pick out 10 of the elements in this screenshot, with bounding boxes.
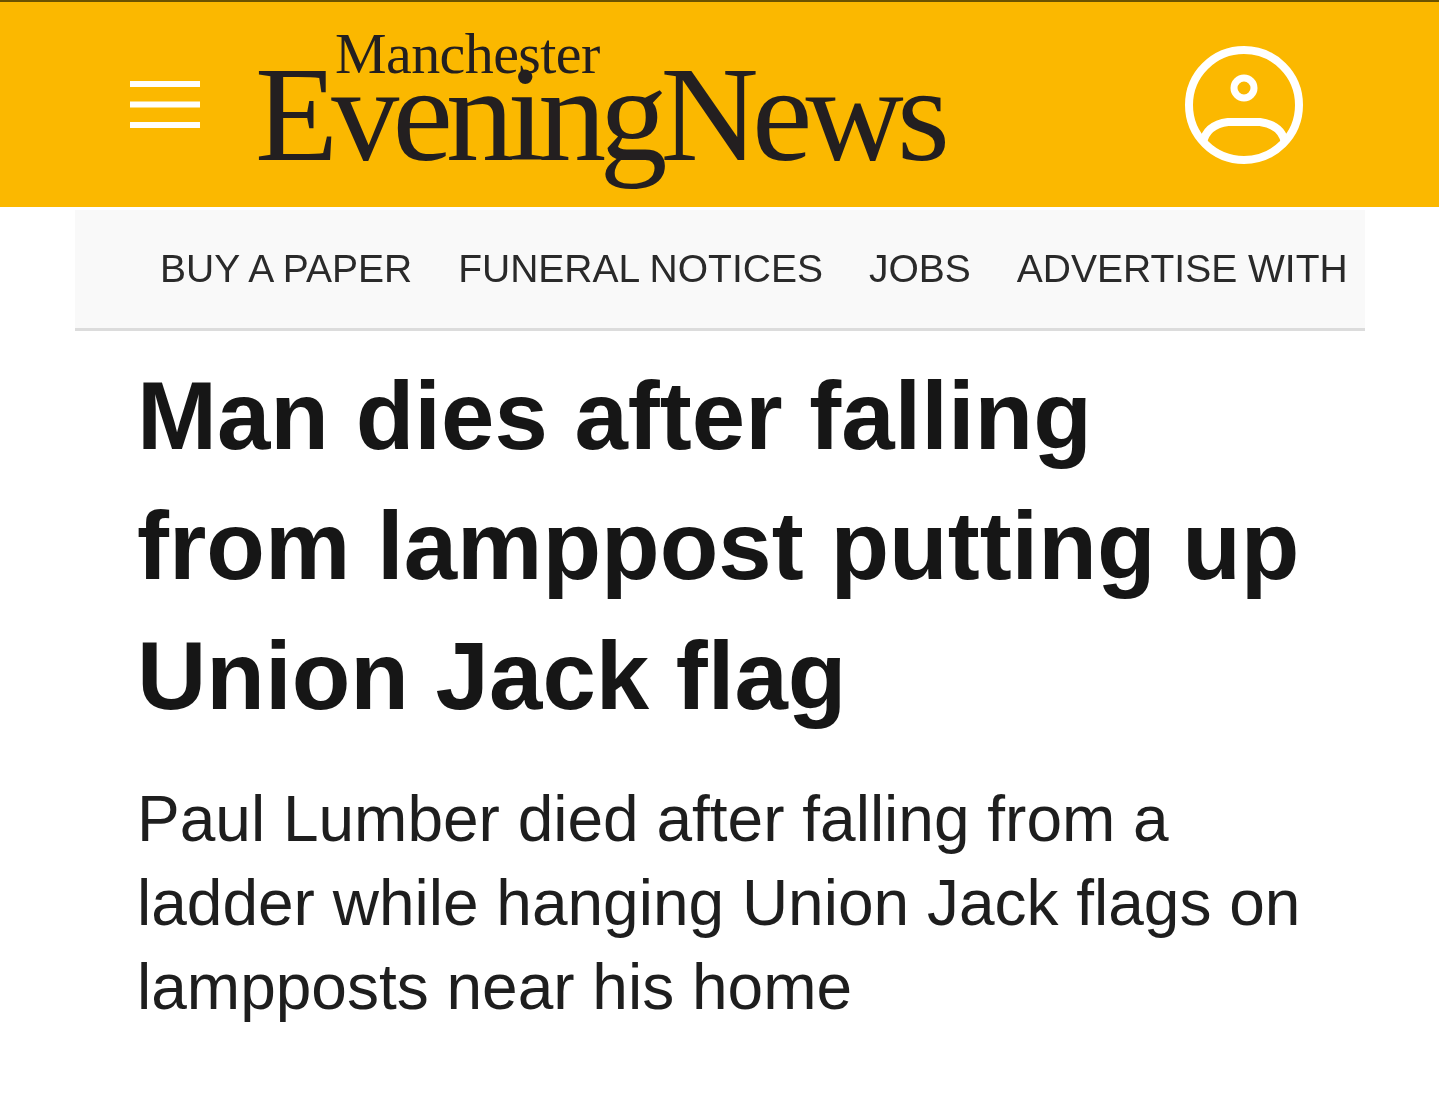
- user-icon: [1184, 44, 1304, 165]
- nav-link[interactable]: ADVERTISE WITH: [1016, 246, 1348, 292]
- nav-link[interactable]: JOBS: [868, 246, 971, 292]
- article-standfirst: Paul Lumber died after falling from a ladder while hanging Union Jack flags on lampposts near his home: [137, 782, 1302, 1025]
- menu-icon: [130, 81, 200, 128]
- account-button[interactable]: [1184, 44, 1304, 165]
- menu-button[interactable]: [130, 79, 200, 130]
- nav-link[interactable]: FUNERAL NOTICES: [458, 246, 823, 292]
- article-headline: Man dies after falling from lamppost putting up Union Jack flag: [137, 361, 1301, 731]
- nav-link[interactable]: BUY A PAPER: [160, 246, 413, 292]
